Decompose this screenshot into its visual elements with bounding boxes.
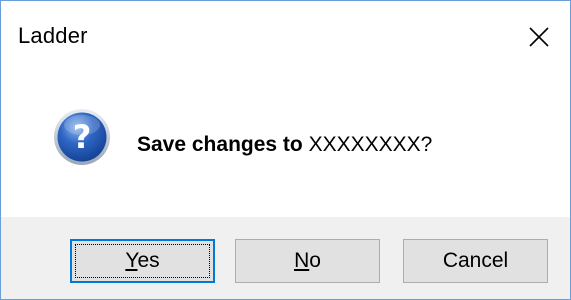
dialog-body: ? Save changes to XXXXXXXX? bbox=[1, 69, 570, 217]
yes-label-rest: es bbox=[137, 249, 160, 272]
no-button[interactable]: No bbox=[235, 239, 380, 283]
save-changes-dialog: Ladder ? Save changes to XXXXXXXX? Yes N… bbox=[0, 0, 571, 300]
yes-mnemonic: Y bbox=[125, 249, 138, 272]
svg-text:?: ? bbox=[73, 118, 92, 156]
message-filename: XXXXXXXX? bbox=[308, 133, 433, 156]
no-label-rest: o bbox=[309, 249, 321, 272]
window-title: Ladder bbox=[18, 23, 88, 48]
yes-button[interactable]: Yes bbox=[70, 239, 215, 283]
dialog-message: Save changes to XXXXXXXX? bbox=[137, 133, 432, 157]
no-mnemonic: N bbox=[294, 249, 310, 272]
message-prefix: Save changes to bbox=[137, 133, 309, 156]
question-icon: ? bbox=[54, 109, 110, 165]
title-bar: Ladder bbox=[1, 1, 570, 69]
button-bar: Yes No Cancel bbox=[1, 217, 570, 299]
cancel-button[interactable]: Cancel bbox=[403, 239, 548, 283]
close-icon bbox=[529, 27, 549, 47]
close-button[interactable] bbox=[508, 1, 570, 69]
